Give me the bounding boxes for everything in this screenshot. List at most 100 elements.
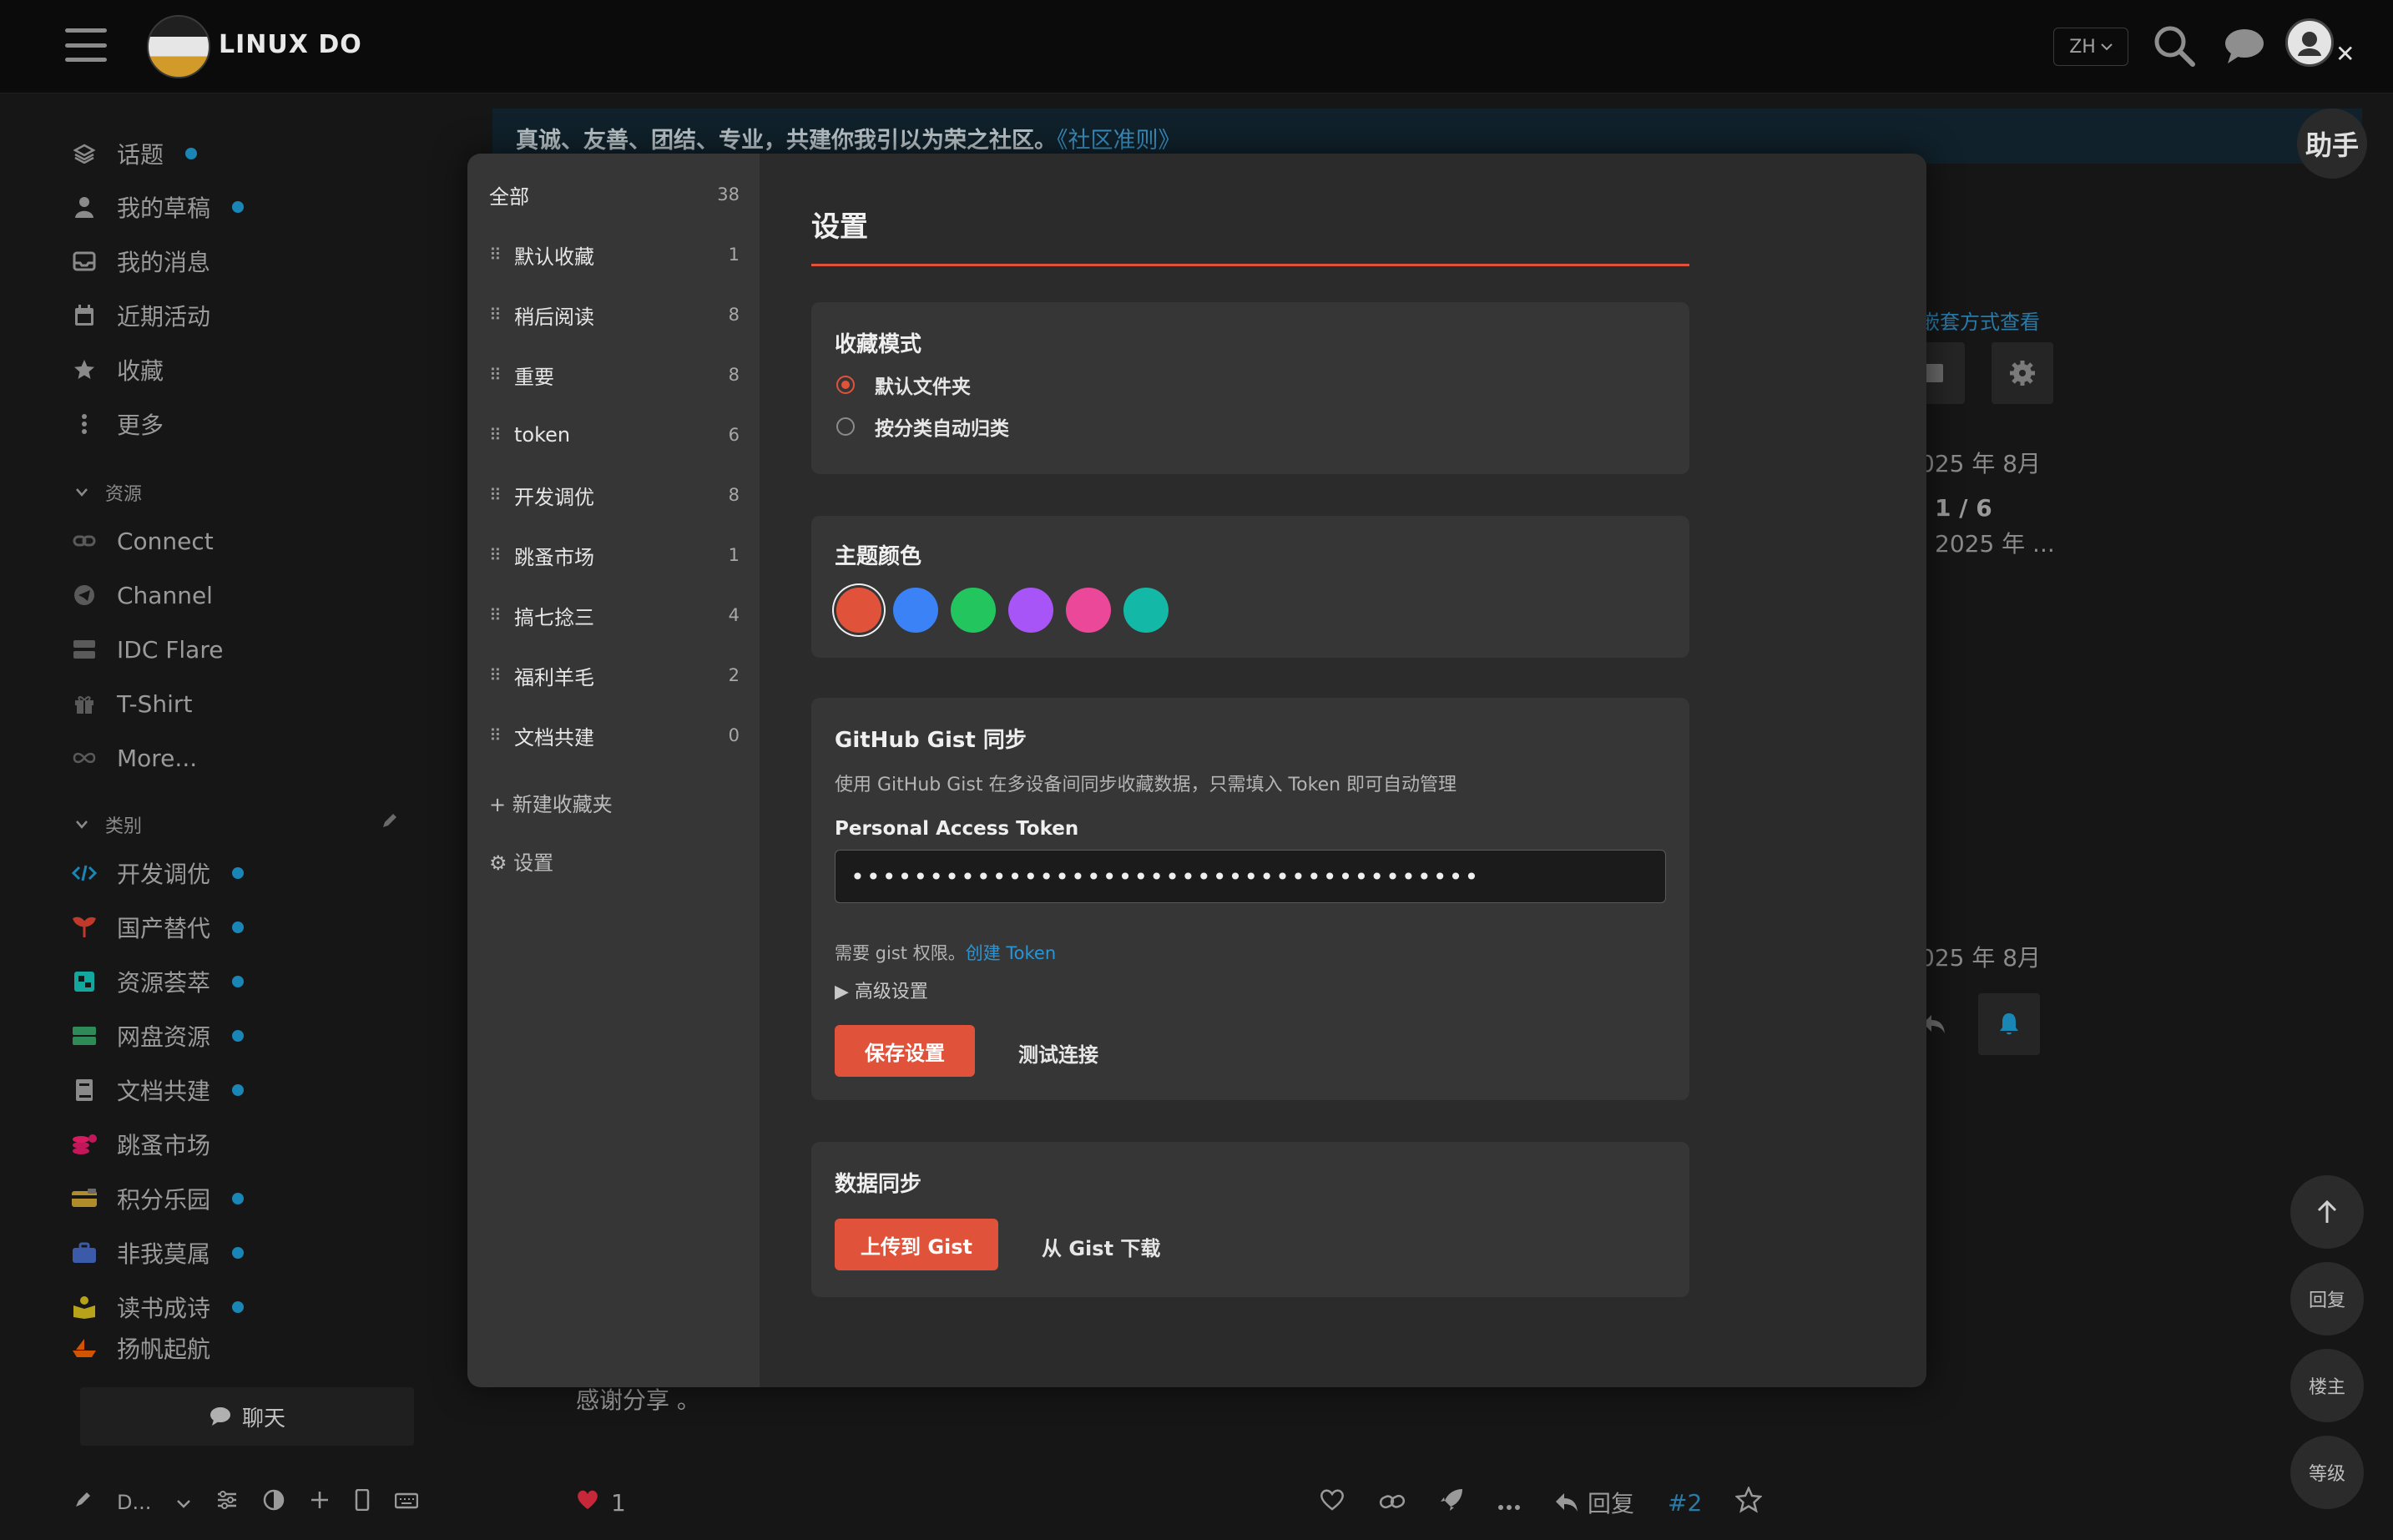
- chat-bubble-icon[interactable]: [2219, 20, 2270, 72]
- brush-icon[interactable]: [73, 1491, 92, 1514]
- sidebar-item-idc-flare[interactable]: IDC Flare: [70, 629, 223, 670]
- radio-default-folder[interactable]: 默认文件夹: [836, 371, 971, 399]
- theme-selector-label[interactable]: D...: [117, 1491, 151, 1514]
- advanced-settings-toggle[interactable]: ▶ 高级设置: [835, 977, 928, 1003]
- color-swatch-purple[interactable]: [1008, 588, 1053, 633]
- hamburger-menu-icon[interactable]: [65, 25, 107, 65]
- drag-handle-icon[interactable]: ⠿: [489, 545, 514, 565]
- like-heart-icon[interactable]: [1319, 1488, 1345, 1517]
- category-points[interactable]: 积分乐园: [70, 1178, 245, 1219]
- sidebar-item-more-resources[interactable]: More...: [70, 737, 197, 779]
- categories-section-header[interactable]: 类别: [75, 811, 142, 838]
- site-logo[interactable]: [147, 15, 210, 78]
- save-settings-button[interactable]: 保存设置: [835, 1025, 975, 1077]
- chevron-down-icon[interactable]: [176, 1491, 191, 1514]
- test-connection-button[interactable]: 测试连接: [1018, 1038, 1098, 1068]
- mobile-icon[interactable]: [355, 1488, 370, 1516]
- new-folder-button[interactable]: + 新建收藏夹: [489, 788, 613, 817]
- site-title[interactable]: LINUX DO: [219, 30, 362, 59]
- more-horizontal-icon[interactable]: [1497, 1489, 1521, 1517]
- reply-button[interactable]: 回复: [1554, 1486, 1634, 1519]
- sidebar-item-bookmarks[interactable]: 收藏: [70, 349, 164, 391]
- sidebar-item-channel[interactable]: Channel: [70, 574, 213, 616]
- assistant-button[interactable]: 助手: [2297, 109, 2367, 179]
- category-domestic[interactable]: 国产替代: [70, 906, 245, 948]
- float-owner-button[interactable]: 楼主: [2290, 1349, 2364, 1422]
- float-reply-button[interactable]: 回复: [2290, 1262, 2364, 1336]
- sidebar-item-more[interactable]: 更多: [70, 403, 164, 445]
- sidebar-item-connect[interactable]: Connect: [70, 520, 214, 562]
- chat-button[interactable]: 聊天: [80, 1387, 414, 1446]
- settings-link[interactable]: ⚙ 设置: [489, 846, 553, 876]
- folder-item[interactable]: ⠿ 开发调优 8: [489, 472, 740, 518]
- resources-section-header[interactable]: 资源: [75, 479, 142, 506]
- post-likes[interactable]: 1: [576, 1489, 626, 1517]
- folder-item[interactable]: ⠿ 文档共建 0: [489, 713, 740, 758]
- drag-handle-icon[interactable]: ⠿: [489, 365, 514, 385]
- radio-button[interactable]: [836, 417, 855, 436]
- gear-icon[interactable]: [1992, 342, 2053, 404]
- user-avatar[interactable]: [2285, 18, 2334, 67]
- folder-count: 6: [728, 425, 740, 445]
- folder-item[interactable]: ⠿ token 6: [489, 412, 740, 457]
- folder-item[interactable]: ⠿ 搞七捻三 4: [489, 593, 740, 638]
- color-swatch-teal[interactable]: [1123, 588, 1169, 633]
- sidebar-item-drafts[interactable]: 我的草稿: [70, 186, 245, 228]
- sidebar-item-label: Channel: [117, 581, 213, 609]
- folder-item[interactable]: ⠿ 福利羊毛 2: [489, 653, 740, 698]
- sliders-icon[interactable]: [216, 1490, 238, 1515]
- sidebar-item-tshirt[interactable]: T-Shirt: [70, 683, 192, 725]
- create-token-link[interactable]: 创建 Token: [966, 943, 1056, 963]
- search-icon[interactable]: [2148, 20, 2200, 72]
- keyboard-icon[interactable]: [395, 1491, 419, 1514]
- scroll-top-button[interactable]: [2290, 1175, 2364, 1249]
- drag-handle-icon[interactable]: ⠿: [489, 485, 514, 505]
- folder-item[interactable]: ⠿ 默认收藏 1: [489, 232, 740, 277]
- category-docs[interactable]: 文档共建: [70, 1069, 245, 1111]
- color-swatch-blue[interactable]: [893, 588, 938, 633]
- upload-gist-button[interactable]: 上传到 Gist: [835, 1219, 998, 1270]
- community-guidelines-link[interactable]: 《社区准则》: [1057, 128, 1181, 154]
- category-cloud-drive[interactable]: 网盘资源: [70, 1015, 245, 1057]
- sidebar-item-activity[interactable]: 近期活动: [70, 295, 210, 336]
- sidebar-item-topics[interactable]: 话题: [70, 133, 198, 174]
- color-swatch-pink[interactable]: [1066, 588, 1111, 633]
- category-dev[interactable]: 开发调优: [70, 852, 245, 894]
- post-number[interactable]: #2: [1668, 1489, 1702, 1517]
- close-icon[interactable]: ✕: [2335, 40, 2355, 68]
- float-level-button[interactable]: 等级: [2290, 1436, 2364, 1509]
- folder-all[interactable]: 全部 38: [489, 172, 740, 217]
- token-input[interactable]: [835, 850, 1666, 903]
- drag-handle-icon[interactable]: ⠿: [489, 725, 514, 745]
- link-icon[interactable]: [1379, 1489, 1406, 1517]
- color-swatch-green[interactable]: [951, 588, 996, 633]
- gift-icon: [70, 693, 98, 714]
- drag-handle-icon[interactable]: ⠿: [489, 425, 514, 445]
- language-select[interactable]: ZH: [2053, 28, 2128, 66]
- star-icon[interactable]: [1734, 1485, 1764, 1519]
- bell-icon[interactable]: [1978, 993, 2040, 1055]
- token-label: Personal Access Token: [835, 818, 1079, 840]
- drag-handle-icon[interactable]: ⠿: [489, 245, 514, 265]
- category-reading[interactable]: 读书成诗: [70, 1286, 245, 1328]
- rocket-icon[interactable]: [1439, 1487, 1464, 1518]
- drag-handle-icon[interactable]: ⠿: [489, 305, 514, 325]
- drag-handle-icon[interactable]: ⠿: [489, 665, 514, 685]
- nested-view-link[interactable]: 嵌套方式查看: [1920, 305, 2040, 335]
- radio-auto-category[interactable]: 按分类自动归类: [836, 412, 1009, 441]
- category-setsail[interactable]: 扬帆起航: [70, 1336, 210, 1361]
- folder-item[interactable]: ⠿ 稍后阅读 8: [489, 292, 740, 337]
- color-swatch-red[interactable]: [836, 588, 881, 633]
- radio-button[interactable]: [836, 376, 855, 394]
- drag-handle-icon[interactable]: ⠿: [489, 605, 514, 625]
- category-resources[interactable]: 资源荟萃: [70, 961, 245, 1002]
- plus-icon[interactable]: [310, 1490, 330, 1515]
- category-flea-market[interactable]: 跳蚤市场: [70, 1123, 210, 1165]
- edit-pencil-icon[interactable]: [381, 811, 399, 833]
- category-jobs[interactable]: 非我莫属: [70, 1232, 245, 1274]
- folder-item[interactable]: ⠿ 重要 8: [489, 352, 740, 397]
- download-gist-button[interactable]: 从 Gist 下载: [1042, 1232, 1160, 1261]
- folder-item[interactable]: ⠿ 跳蚤市场 1: [489, 533, 740, 578]
- sidebar-item-messages[interactable]: 我的消息: [70, 240, 210, 282]
- contrast-icon[interactable]: [263, 1489, 285, 1516]
